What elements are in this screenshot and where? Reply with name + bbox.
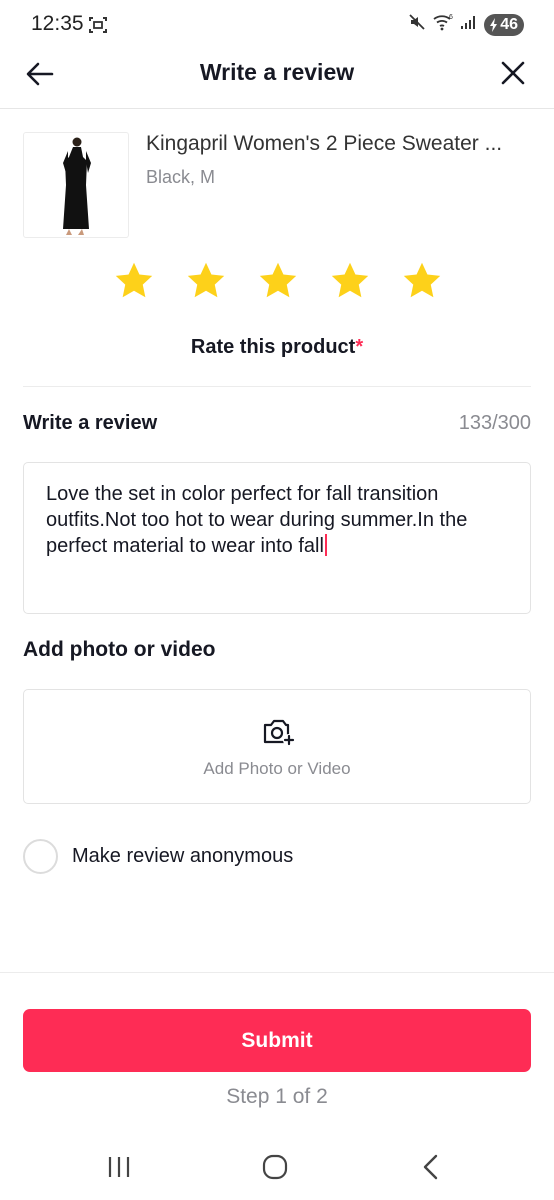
close-icon (501, 61, 525, 85)
page-title: Write a review (199, 59, 355, 85)
mute-icon (408, 13, 426, 36)
review-label: Write a review (23, 412, 158, 434)
nav-back-icon[interactable] (420, 1154, 442, 1180)
product-summary: Kingapril Women's 2 Piece Sweater ... Bl… (23, 132, 531, 238)
star-2-icon[interactable] (185, 260, 227, 302)
anonymous-label: Make review anonymous (72, 844, 294, 867)
star-5-icon[interactable] (401, 260, 443, 302)
recent-apps-icon[interactable] (106, 1155, 132, 1179)
rate-label-text: Rate this product (190, 336, 356, 358)
step-indicator: Step 1 of 2 (226, 1085, 328, 1108)
add-photo-video-text: Add Photo or Video (203, 759, 351, 778)
star-rating (0, 260, 554, 302)
submit-button[interactable]: Submit (23, 1009, 531, 1072)
add-media-label: Add photo or video (23, 638, 216, 661)
header: Write a review (0, 50, 554, 109)
charging-bolt-icon (490, 17, 498, 32)
rate-product-label: Rate this product* (0, 336, 554, 359)
system-nav-bar (0, 1134, 554, 1200)
svg-text:6: 6 (449, 14, 453, 21)
review-text: Love the set in color perfect for fall t… (46, 483, 468, 557)
battery-indicator: 46 (484, 13, 524, 36)
status-icons: 6 46 (408, 13, 524, 36)
battery-level: 46 (500, 15, 518, 33)
status-bar: 12:35 6 46 (0, 0, 554, 50)
anonymous-toggle[interactable]: Make review anonymous (23, 838, 293, 874)
screenshot-icon (88, 15, 108, 40)
camera-plus-icon (263, 719, 295, 746)
product-image (23, 132, 129, 238)
character-count: 133/300 (458, 412, 531, 434)
required-mark: * (355, 336, 364, 358)
status-time: 12:35 (31, 12, 84, 35)
add-photo-video-button[interactable]: Add Photo or Video (23, 689, 531, 804)
divider (23, 386, 531, 387)
text-cursor (324, 534, 327, 556)
divider (0, 972, 554, 973)
product-name: Kingapril Women's 2 Piece Sweater ... (146, 132, 503, 155)
close-button[interactable] (498, 58, 528, 88)
wifi-icon: 6 (432, 13, 454, 36)
signal-icon (460, 14, 478, 35)
home-icon[interactable] (261, 1153, 289, 1181)
star-4-icon[interactable] (329, 260, 371, 302)
star-3-icon[interactable] (257, 260, 299, 302)
review-textarea[interactable]: Love the set in color perfect for fall t… (23, 462, 531, 614)
product-variant: Black, M (146, 167, 216, 187)
anonymous-radio[interactable] (23, 838, 58, 874)
star-1-icon[interactable] (113, 260, 155, 302)
